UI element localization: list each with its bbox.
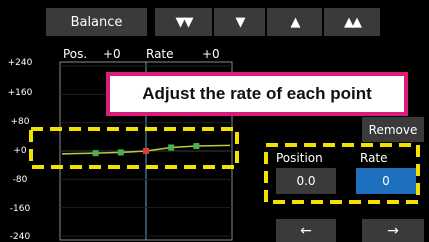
curve-highlight-box	[29, 127, 239, 169]
arrow-left-icon: ←	[300, 222, 312, 239]
rate-field[interactable]: 0	[356, 168, 416, 194]
callout-text: Adjust the rate of each point	[142, 84, 372, 103]
position-label: Position	[276, 151, 323, 165]
position-field[interactable]: 0.0	[276, 168, 336, 194]
rate-label: Rate	[360, 151, 388, 165]
next-point-button[interactable]: →	[362, 219, 424, 242]
curve-point[interactable]	[92, 150, 99, 157]
prev-point-button[interactable]: ←	[276, 219, 336, 242]
instruction-callout: Adjust the rate of each point	[106, 72, 408, 116]
curve-point[interactable]	[117, 149, 124, 156]
remove-button[interactable]: Remove	[362, 117, 424, 142]
curve-point[interactable]	[168, 144, 175, 151]
curve-point[interactable]	[193, 143, 200, 150]
arrow-right-icon: →	[387, 222, 399, 239]
selected-point[interactable]	[143, 148, 149, 154]
